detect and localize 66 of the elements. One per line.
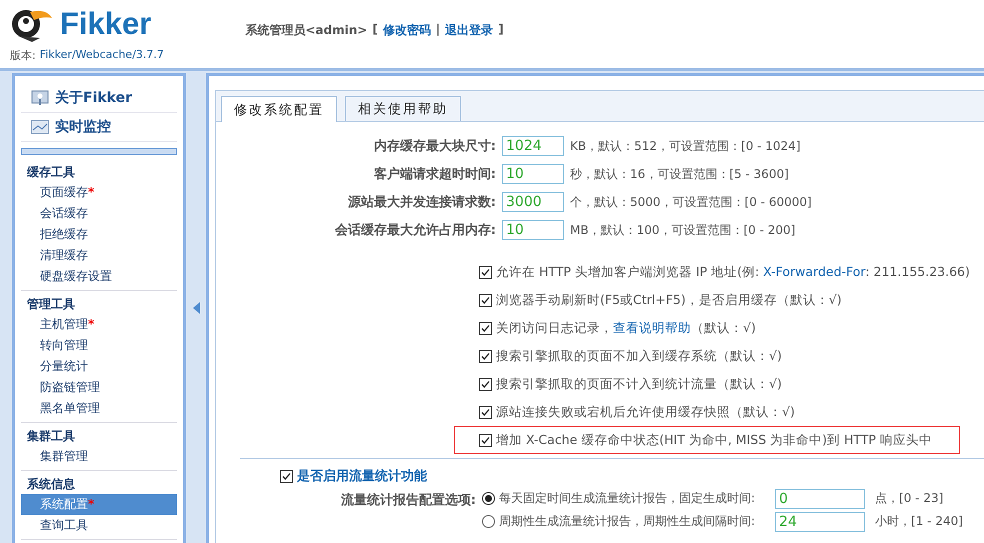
setting-hint: 秒，默认：16，可设置范围：[5 - 3600]: [570, 166, 790, 182]
tab[interactable]: 相关使用帮助: [345, 96, 461, 121]
group-title: 管理工具: [26, 296, 76, 313]
option-text: 增加 X-Cache 缓存命中状态(HIT 为命中, MISS 为非命中)到 HTTP 响应头中: [496, 432, 932, 448]
sidebar-item[interactable]: 主机管理*: [21, 314, 177, 335]
sidebar-item[interactable]: 系统配置*: [21, 494, 177, 515]
sidebar-item[interactable]: 查询工具: [21, 515, 177, 536]
radio-button[interactable]: [482, 515, 495, 528]
range-hint: 小时，[1 - 240]: [875, 513, 963, 530]
separator: |: [436, 22, 440, 38]
sidebar-link[interactable]: 实时监控: [21, 113, 177, 142]
sidebar-link[interactable]: 关于Fikker: [21, 84, 177, 113]
option-text: 允许在 HTTP 头增加客户端浏览器 IP 地址(例: X-Forwarded-For: 211.155.23.66): [496, 264, 970, 280]
setting-label: 客户端请求超时时间:: [372, 166, 496, 183]
radio-button[interactable]: [482, 492, 495, 505]
option-text: 浏览器手动刷新时(F5或Ctrl+F5)，是否启用缓存（默认：√): [496, 292, 842, 308]
help-link[interactable]: X-Forwarded-For: [763, 264, 866, 278]
checkbox[interactable]: [479, 434, 492, 446]
collapse-arrow-icon[interactable]: [192, 302, 200, 314]
setting-label: 内存缓存最大块尺寸:: [372, 138, 496, 155]
sidebar-item[interactable]: 分量统计: [21, 356, 177, 377]
sidebar-item[interactable]: 拒绝缓存: [21, 224, 177, 245]
checkbox[interactable]: [479, 378, 492, 390]
group-title: 缓存工具: [26, 164, 76, 181]
radio-label: 周期性生成流量统计报告，周期性生成间隔时间:: [499, 513, 756, 530]
option-text: 源站连接失败或宕机后允许使用缓存快照（默认：√): [496, 404, 795, 420]
range-hint: 点，[0 - 23]: [875, 490, 944, 507]
sidebar-item[interactable]: 清理缓存: [21, 245, 177, 266]
setting-label: 会话缓存最大允许占用内存:: [334, 222, 496, 239]
tab[interactable]: 修改系统配置: [221, 96, 337, 122]
checkbox[interactable]: [479, 266, 492, 278]
report-options-label: 流量统计报告配置选项:: [340, 492, 476, 510]
setting-label: 源站最大并发连接请求数:: [346, 194, 496, 211]
checkbox[interactable]: [479, 350, 492, 362]
help-link[interactable]: 查看说明帮助: [613, 320, 691, 334]
sidebar-item[interactable]: 硬盘缓存设置: [21, 266, 177, 287]
checkbox[interactable]: [479, 406, 492, 418]
option-text: 搜索引擎抓取的页面不计入到统计流量（默认：√): [496, 376, 782, 392]
sidebar-item[interactable]: 黑名单管理: [21, 398, 177, 419]
radio-label: 每天固定时间生成流量统计报告，固定生成时间:: [499, 490, 756, 507]
line-chart-icon: [31, 120, 49, 134]
checkbox[interactable]: [280, 470, 293, 482]
user-name: 系统管理员<admin>: [245, 22, 368, 38]
checkbox[interactable]: [479, 322, 492, 334]
info-board-icon: [31, 90, 49, 106]
option-text: 搜索引擎抓取的页面不加入到缓存系统（默认：√): [496, 348, 782, 364]
bracket: [: [372, 22, 378, 38]
setting-hint: KB，默认：512，可设置范围：[0 - 1024]: [570, 138, 802, 154]
logout-link[interactable]: 退出登录: [445, 22, 494, 38]
bracket: ]: [498, 22, 504, 38]
group-title: 集群工具: [26, 428, 76, 445]
setting-hint: MB，默认：100，可设置范围：[0 - 200]: [570, 222, 796, 238]
setting-hint: 个，默认：5000，可设置范围：[0 - 60000]: [570, 194, 813, 210]
sidebar-item[interactable]: 转向管理: [21, 335, 177, 356]
change-password-link[interactable]: 修改密码: [382, 22, 431, 38]
group-title: 系统信息: [26, 476, 76, 493]
version-label: 版本:: [10, 48, 36, 63]
sidebar-item[interactable]: 集群管理: [21, 446, 177, 467]
sidebar-item[interactable]: 页面缓存*: [21, 182, 177, 203]
sidebar-item[interactable]: 防盗链管理: [21, 377, 177, 398]
version-text: Fikker/Webcache/3.7.7: [40, 48, 164, 63]
traffic-toggle-label: 是否启用流量统计功能: [297, 468, 427, 485]
brand-name: Fikker: [60, 6, 152, 42]
checkbox[interactable]: [479, 294, 492, 306]
sidebar-item[interactable]: 会话缓存: [21, 203, 177, 224]
option-text: 关闭访问日志记录，查看说明帮助（默认：√): [496, 320, 756, 336]
